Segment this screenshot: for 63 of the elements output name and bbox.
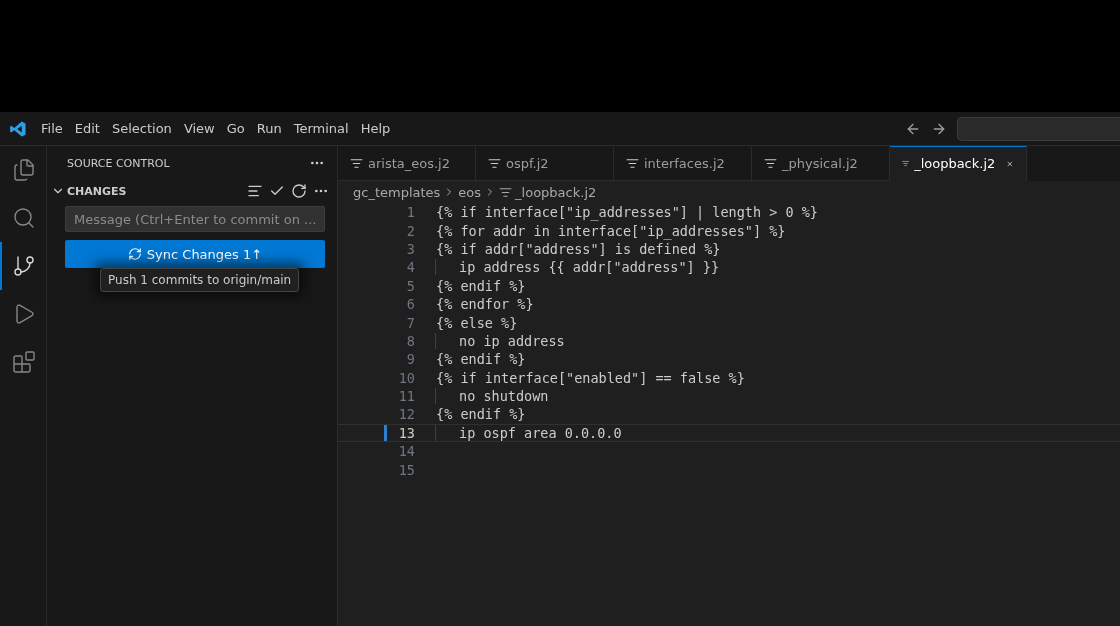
menu-item[interactable]: Go (220, 121, 251, 136)
file-lines-icon (499, 185, 513, 199)
tooltip: Push 1 commits to origin/main (100, 268, 300, 292)
code-line: no ip address (435, 332, 565, 349)
menu-item[interactable]: Terminal (287, 121, 355, 136)
file-lines-icon (764, 157, 777, 170)
editor-tab[interactable]: ospf.j2 (476, 146, 614, 181)
editor-tab[interactable]: _loopback.j2 (890, 146, 1027, 181)
menu-item[interactable]: View (177, 121, 221, 136)
line-number: 1 (405, 204, 415, 221)
code-line: ip ospf area 0.0.0.0 (435, 424, 622, 441)
code-line: {% if addr["address"] is defined %} (435, 240, 721, 257)
line-number: 3 (405, 240, 415, 257)
line-number: 7 (405, 314, 415, 331)
blocks-icon (12, 350, 36, 374)
line-number: 11 (397, 388, 415, 405)
sidebar-title: SOURCE CONTROL (67, 156, 170, 170)
sync-icon (127, 247, 142, 261)
line-number: 10 (397, 369, 415, 386)
files-icon (12, 158, 36, 182)
line-number: 6 (405, 296, 415, 313)
commit-message-field[interactable]: Message (Ctrl+Enter to commit on ... (65, 206, 325, 232)
code-line: no shutdown (435, 388, 549, 405)
code-line: ip address {{ addr["address"] }} (435, 259, 720, 276)
menu-item[interactable]: Selection (105, 121, 178, 136)
line-number: 15 (397, 461, 415, 478)
line-number: 8 (405, 332, 415, 349)
editor-tab[interactable]: _physical.j2 (752, 146, 890, 181)
code-line: {% endfor %} (435, 296, 534, 313)
app-logo-icon (9, 119, 27, 138)
line-number: 9 (405, 351, 415, 368)
code-line: {% if interface["enabled"] == false %} (435, 369, 745, 386)
line-number: 4 (405, 259, 415, 276)
breadcrumb[interactable]: eos (458, 184, 482, 200)
refresh-icon[interactable] (291, 183, 307, 199)
file-lines-icon (350, 157, 363, 170)
code-line: {% else %} (435, 314, 518, 331)
file-lines-icon (626, 157, 639, 170)
line-number: 14 (397, 443, 415, 460)
line-number: 13 (397, 424, 415, 441)
code-line: {% if interface["ip_addresses"] | length > 0 %} (435, 204, 818, 221)
tree-view-icon[interactable] (247, 183, 263, 199)
code-line: {% endif %} (435, 277, 526, 294)
menu-item[interactable]: File (35, 121, 69, 136)
file-lines-icon (488, 157, 501, 170)
command-center-field[interactable] (957, 116, 1120, 141)
sync-changes-button[interactable]: Sync Changes 1↑ (65, 240, 325, 268)
line-number: 5 (405, 277, 415, 294)
code-line: {% endif %} (435, 351, 526, 368)
section-title: CHANGES (67, 184, 128, 198)
line-number: 12 (397, 406, 415, 423)
menu-item[interactable]: Edit (68, 121, 106, 136)
branch-icon (12, 254, 36, 278)
code-line: {% for addr in interface["ip_addresses"] %} (435, 222, 786, 239)
breadcrumb[interactable]: _loopback.j2 (515, 184, 597, 200)
editor-tab[interactable]: interfaces.j2 (614, 146, 752, 181)
menu-item[interactable]: Run (250, 121, 288, 136)
search-icon (12, 206, 36, 230)
editor-tab[interactable]: arista_eos.j2 (338, 146, 476, 181)
menu-item[interactable]: Help (354, 121, 397, 136)
breadcrumb[interactable]: gc_templates (353, 184, 441, 200)
line-number: 2 (405, 222, 415, 239)
code-line: {% endif %} (435, 406, 526, 423)
